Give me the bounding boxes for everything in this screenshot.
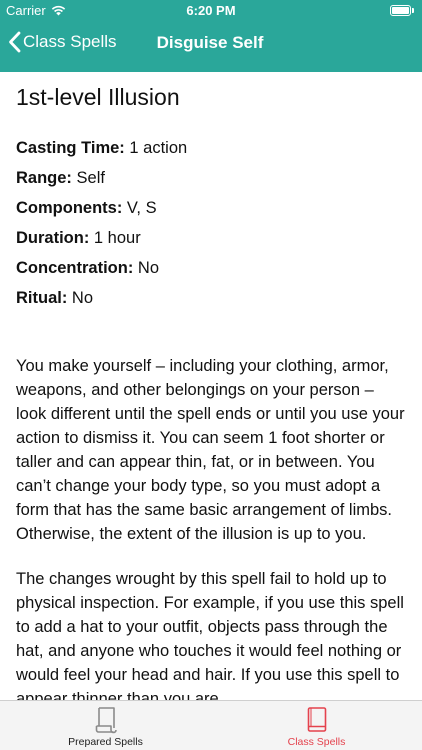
scroll-icon — [95, 706, 117, 734]
attribute-label: Concentration: — [16, 259, 134, 277]
attribute-casting-time: Casting Time: 1 action — [16, 136, 406, 166]
page-title: Disguise Self — [156, 33, 264, 52]
attribute-label: Range: — [16, 169, 72, 187]
attribute-value: 1 hour — [89, 229, 141, 247]
chevron-left-icon — [9, 31, 21, 53]
attribute-components: Components: V, S — [16, 196, 406, 226]
attribute-range: Range: Self — [16, 166, 406, 196]
tab-class-spells[interactable]: Class Spells — [211, 701, 422, 750]
tab-bar: Prepared Spells Class Spells — [0, 700, 422, 750]
attribute-value: No — [67, 289, 94, 307]
tab-prepared-spells[interactable]: Prepared Spells — [0, 701, 211, 750]
spell-level-school: 1st-level Illusion — [16, 84, 180, 110]
attribute-value: V, S — [122, 199, 157, 217]
book-icon — [306, 706, 328, 734]
spell-attributes: Casting Time: 1 action Range: Self Compo… — [16, 136, 406, 316]
attribute-label: Components: — [16, 199, 123, 217]
spell-description: You make yourself – including your cloth… — [16, 354, 408, 700]
status-bar: Carrier 6:20 PM — [0, 0, 422, 22]
navigation-bar: Class Spells Disguise Self — [0, 22, 422, 66]
app-header: Carrier 6:20 PM Class Spells Disguise Se… — [0, 0, 422, 72]
status-time: 6:20 PM — [186, 3, 236, 18]
tab-label: Prepared Spells — [68, 736, 143, 748]
description-paragraph: The changes wrought by this spell fail t… — [16, 570, 404, 700]
spell-detail-content[interactable]: 1st-level Illusion Casting Time: 1 actio… — [0, 72, 422, 700]
back-button-label: Class Spells — [23, 32, 117, 51]
attribute-value: Self — [71, 169, 105, 187]
attribute-concentration: Concentration: No — [16, 256, 406, 286]
attribute-ritual: Ritual: No — [16, 286, 406, 316]
attribute-label: Duration: — [16, 229, 90, 247]
attribute-duration: Duration: 1 hour — [16, 226, 406, 256]
attribute-value: 1 action — [124, 139, 188, 157]
description-paragraph: You make yourself – including your cloth… — [16, 357, 405, 543]
tab-label: Class Spells — [287, 736, 346, 748]
back-button[interactable]: Class Spells — [8, 31, 117, 53]
attribute-label: Ritual: — [16, 289, 68, 307]
attribute-label: Casting Time: — [16, 139, 125, 157]
battery-icon — [390, 5, 414, 16]
attribute-value: No — [133, 259, 160, 277]
